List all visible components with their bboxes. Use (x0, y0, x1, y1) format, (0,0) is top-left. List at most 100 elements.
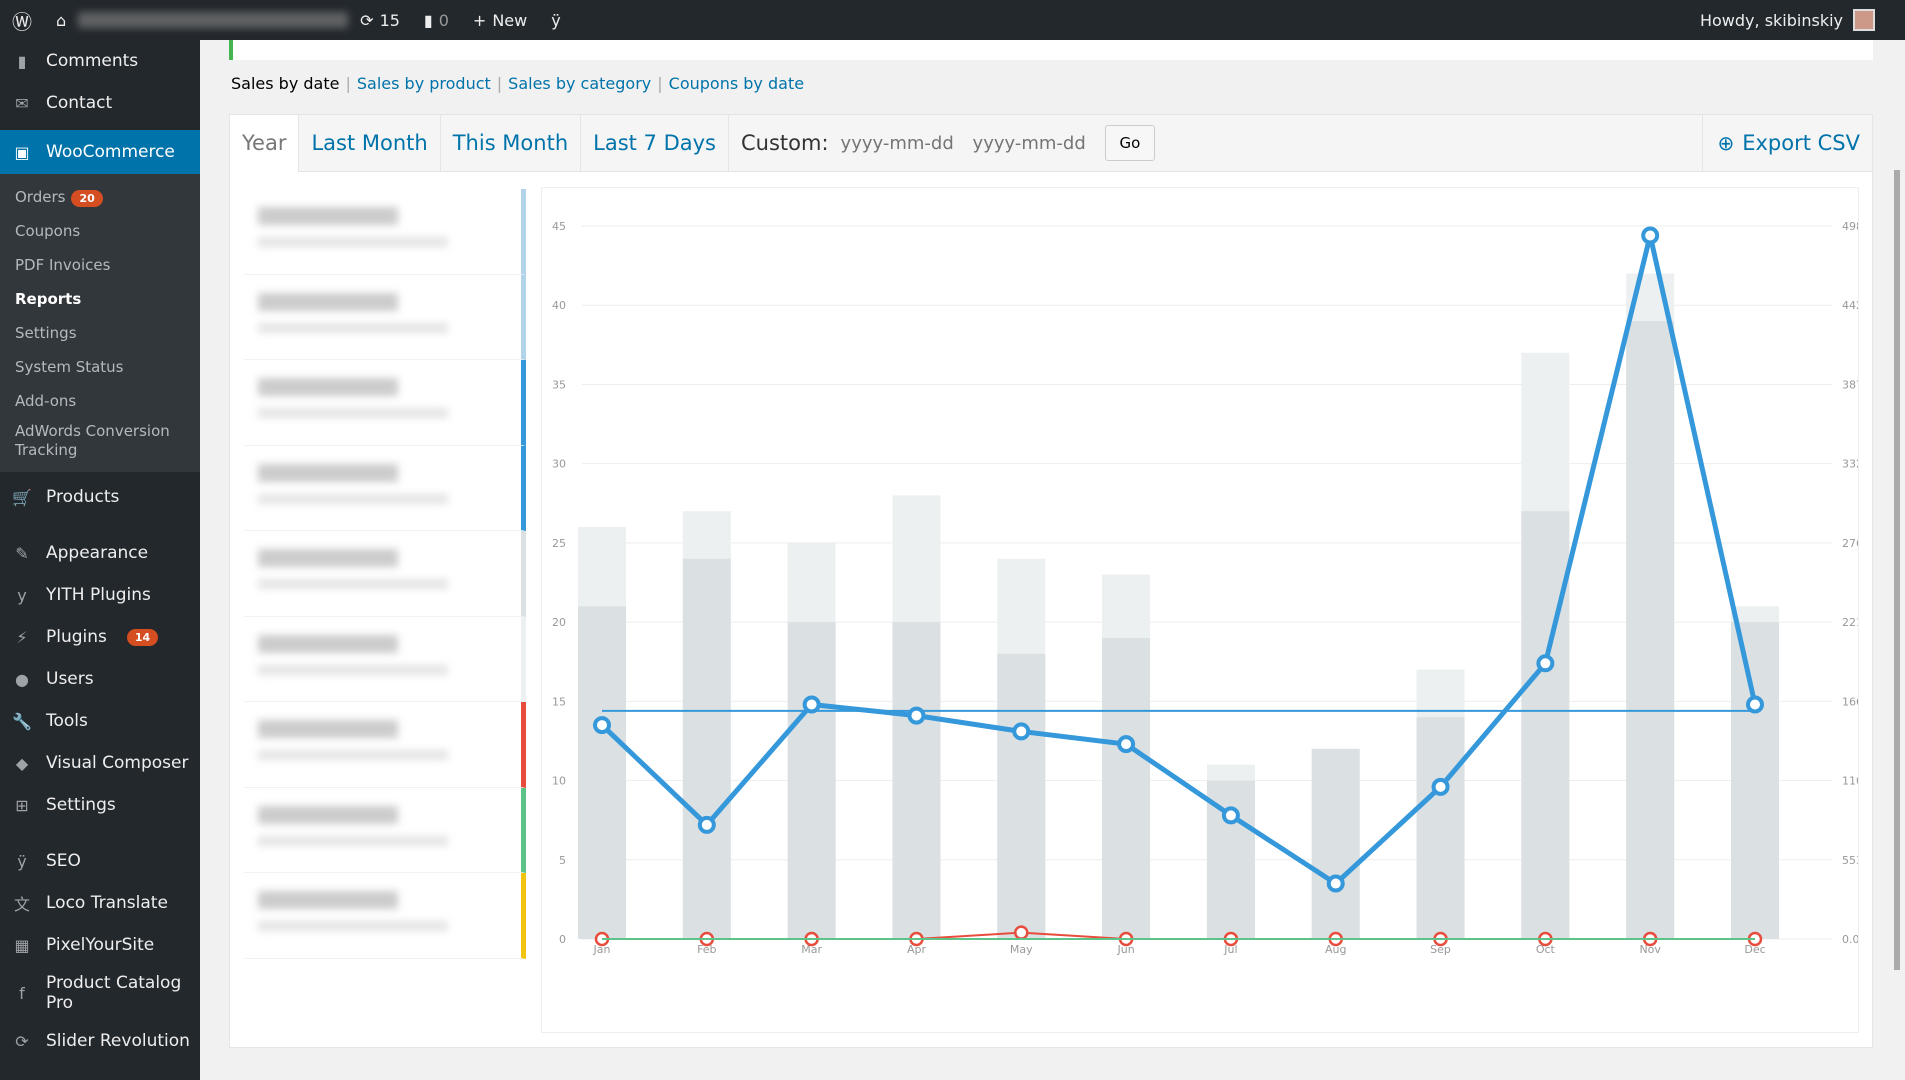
sidebar-item-seo[interactable]: ÿ SEO (0, 840, 200, 882)
pixel-icon: ▦ (14, 935, 30, 955)
data-point-jun[interactable] (1117, 735, 1136, 754)
right-tick-label: 22141.71 (1842, 616, 1859, 629)
data-point-may[interactable] (1012, 722, 1031, 741)
data-point-aug[interactable] (1326, 874, 1345, 893)
cart-icon: 🛒 (12, 487, 32, 507)
bar-jan[interactable] (578, 606, 626, 939)
legend-item[interactable] (244, 702, 526, 788)
legend-item[interactable] (244, 787, 526, 873)
yoast-icon[interactable]: ÿ (539, 0, 572, 40)
sidebar-item-product-catalog-pro[interactable]: f Product Catalog Pro (0, 966, 200, 1020)
woo-icon: ▣ (14, 142, 30, 162)
sidebar-item-yith-plugins[interactable]: y YITH Plugins (0, 574, 200, 616)
series-line (600, 234, 1758, 887)
legend-label-blurred (258, 579, 448, 589)
data-point-jan[interactable] (593, 716, 611, 735)
submenu-item[interactable]: PDF Invoices (0, 248, 200, 282)
right-tick-label: 33212.56 (1842, 458, 1859, 471)
subnav-link[interactable]: Sales by product (357, 74, 491, 93)
woocommerce-submenu: Orders 20 Coupons PDF Invoices Reports Settin… (0, 174, 200, 472)
data-point-dec[interactable] (1746, 695, 1764, 714)
sidebar-item-tools[interactable]: 🔧 Tools (0, 700, 200, 742)
updates-link[interactable]: ⟳ 15 (348, 0, 412, 40)
sidebar-item-contact[interactable]: ✉ Contact (0, 82, 200, 124)
admin-sidebar: ▮ Comments ✉ Contact ▣ WooCommerce Orders 20 Cou… (0, 40, 200, 1080)
data-point-oct[interactable] (1536, 654, 1555, 673)
sidebar-item-products[interactable]: 🛒 Products (0, 476, 200, 518)
sidebar-item-plugins[interactable]: ⚡ Plugins 14 (0, 616, 200, 658)
left-tick-label: 15 (552, 695, 566, 708)
sidebar-item-users[interactable]: ● Users (0, 658, 200, 700)
data-point-may[interactable] (1014, 925, 1029, 940)
site-name-blurred[interactable] (78, 12, 349, 28)
sidebar-item-appearance[interactable]: ✎ Appearance (0, 532, 200, 574)
bar-mar[interactable] (787, 622, 836, 939)
data-point-jul[interactable] (1221, 806, 1240, 825)
go-button[interactable]: Go (1104, 125, 1156, 161)
subnav-link[interactable]: Sales by category (508, 74, 651, 93)
legend-value-blurred (258, 805, 398, 824)
sidebar-item-woocommerce[interactable]: ▣ WooCommerce (0, 130, 200, 174)
yoast-icon: ÿ (17, 851, 27, 871)
bar-apr[interactable] (892, 622, 941, 939)
tab-this-month[interactable]: This Month (441, 114, 582, 172)
count-badge: 14 (126, 628, 159, 646)
data-point-apr[interactable] (907, 706, 926, 725)
bar-sep[interactable] (1416, 717, 1465, 939)
download-icon: ⊕ (1717, 130, 1735, 155)
export-csv-button[interactable]: ⊕ Export CSV (1702, 114, 1872, 172)
sidebar-item-settings[interactable]: ⊞ Settings (0, 784, 200, 826)
tab-year[interactable]: Year (230, 114, 300, 172)
legend-item[interactable] (244, 531, 526, 617)
data-point-nov[interactable] (1641, 226, 1660, 245)
wordpress-logo-icon[interactable]: Ⓦ (0, 0, 44, 40)
bar-aug[interactable] (1311, 748, 1360, 939)
sidebar-item-slider-revolution[interactable]: ⟳ Slider Revolution (0, 1020, 200, 1062)
account-menu[interactable]: Howdy, skibinskiy (1700, 0, 1875, 40)
legend-item[interactable] (244, 189, 526, 275)
submenu-item[interactable]: Add-ons (0, 384, 200, 418)
submenu-item[interactable]: AdWords Conversion Tracking (0, 418, 200, 462)
submenu-item[interactable]: Coupons (0, 214, 200, 248)
legend-value-blurred (258, 549, 398, 567)
bar-dec[interactable] (1731, 622, 1779, 939)
tab-last-7-days[interactable]: Last 7 Days (581, 114, 730, 172)
legend-value-blurred (258, 207, 398, 225)
bar-jun[interactable] (1102, 637, 1151, 939)
legend-item[interactable] (244, 873, 526, 959)
bar-may[interactable] (997, 653, 1046, 939)
submenu-item[interactable]: System Status (0, 350, 200, 384)
legend-value-blurred (258, 463, 398, 482)
tab-last-month[interactable]: Last Month (299, 114, 441, 172)
comments-link[interactable]: ▮ 0 (412, 0, 461, 40)
data-point-feb[interactable] (697, 815, 716, 834)
data-point-sep[interactable] (1431, 777, 1450, 796)
sidebar-item-comments[interactable]: ▮ Comments (0, 40, 200, 82)
right-tick-label: 49818.84 (1842, 220, 1859, 233)
legend-item[interactable] (244, 616, 526, 702)
legend-item[interactable] (244, 274, 526, 360)
start-date-input[interactable] (840, 132, 961, 154)
home-icon[interactable]: ⌂ (44, 0, 78, 40)
end-date-input[interactable] (972, 132, 1093, 154)
sidebar-item-visual-composer[interactable]: ◆ Visual Composer (0, 742, 200, 784)
sidebar-item-pixelyoursite[interactable]: ▦ PixelYourSite (0, 924, 200, 966)
scrollbar[interactable] (1890, 40, 1905, 1080)
plus-icon: + (472, 10, 487, 30)
submenu-item[interactable]: Reports (0, 282, 200, 316)
legend-label-blurred (258, 750, 448, 760)
right-tick-label: 5535.43 (1842, 854, 1859, 867)
data-point-mar[interactable] (802, 695, 821, 714)
subnav-link[interactable]: Coupons by date (669, 74, 804, 93)
bar-feb[interactable] (682, 558, 731, 939)
legend-item[interactable] (244, 445, 526, 531)
scrollbar-thumb[interactable] (1894, 170, 1900, 970)
subnav-link[interactable]: Sales by date (231, 74, 339, 93)
bar-oct[interactable] (1521, 511, 1570, 939)
sidebar-item-loco-translate[interactable]: 文 Loco Translate (0, 882, 200, 924)
new-link[interactable]: + New (461, 0, 539, 40)
submenu-item[interactable]: Orders 20 (0, 180, 200, 214)
submenu-item[interactable]: Settings (0, 316, 200, 350)
bar-nov[interactable] (1626, 321, 1675, 939)
legend-item[interactable] (244, 360, 526, 446)
